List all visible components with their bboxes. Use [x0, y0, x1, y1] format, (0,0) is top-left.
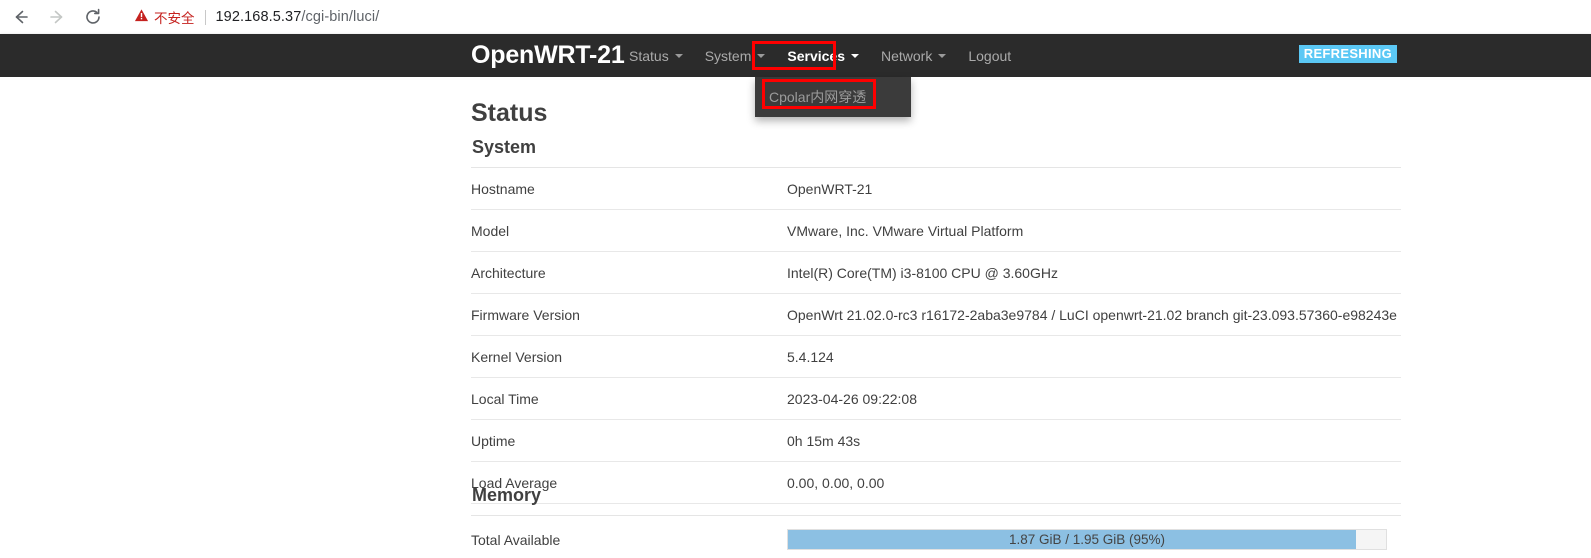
row-value: Intel(R) Core(TM) i3-8100 CPU @ 3.60GHz [787, 251, 1401, 294]
menu-item-system-label: System [704, 47, 752, 64]
row-value: 2023-04-26 09:22:08 [787, 377, 1401, 420]
row-label: Total Available [471, 516, 787, 558]
url-host: 192.168.5.37 [215, 9, 302, 25]
menu-item-services-label: Services [787, 47, 845, 64]
row-value: 0h 15m 43s [787, 419, 1401, 462]
luci-top-navbar: OpenWRT-21 Status System Services Networ… [0, 34, 1591, 77]
row-label: Local Time [471, 377, 787, 420]
table-row: Hostname OpenWRT-21 [471, 168, 1401, 210]
menu-item-network[interactable]: Network [870, 34, 957, 77]
menu-item-status[interactable]: Status [618, 34, 694, 77]
row-label: Architecture [471, 251, 787, 294]
table-row: Kernel Version 5.4.124 [471, 335, 1401, 378]
chevron-down-icon [674, 53, 683, 58]
row-value: OpenWRT-21 [787, 168, 1401, 210]
security-status-label: 不安全 [154, 11, 195, 26]
chevron-down-icon [851, 53, 859, 58]
table-row: Total Available 1.87 GiB / 1.95 GiB (95%… [471, 516, 1401, 558]
menu-item-network-label: Network [881, 47, 933, 64]
reload-button[interactable] [78, 2, 108, 32]
system-info-table: Hostname OpenWRT-21 Model VMware, Inc. V… [471, 168, 1401, 504]
section-memory-heading: Memory [472, 485, 542, 505]
row-label: Uptime [471, 419, 787, 462]
table-row: Local Time 2023-04-26 09:22:08 [471, 377, 1401, 420]
forward-arrow-icon [47, 7, 67, 27]
url-text: 192.168.5.37/cgi-bin/luci/ [216, 9, 380, 25]
menu-item-logout[interactable]: Logout [957, 34, 1022, 77]
back-button[interactable] [6, 2, 36, 32]
row-label: Kernel Version [471, 335, 787, 378]
memory-progress-bar: 1.87 GiB / 1.95 GiB (95%) [787, 529, 1387, 550]
dropdown-item-cpolar[interactable]: Cpolar内网穿透 [755, 83, 911, 111]
memory-info-table: Total Available 1.87 GiB / 1.95 GiB (95%… [471, 516, 1401, 558]
back-arrow-icon [11, 7, 31, 27]
row-label: Model [471, 209, 787, 252]
section-memory: Memory Total Available 1.87 GiB / 1.95 G… [471, 485, 1401, 558]
chevron-down-icon [938, 53, 947, 58]
address-bar[interactable]: 不安全 192.168.5.37/cgi-bin/luci/ [122, 4, 1591, 30]
menu-item-system[interactable]: System [694, 34, 777, 77]
row-label: Firmware Version [471, 293, 787, 336]
memory-progress-label: 1.87 GiB / 1.95 GiB (95%) [1008, 532, 1166, 547]
row-value: OpenWrt 21.02.0-rc3 r16172-2aba3e9784 / … [787, 293, 1401, 336]
warning-triangle-icon [134, 8, 149, 26]
menu-item-services[interactable]: Services [776, 34, 870, 77]
refreshing-status-badge[interactable]: REFRESHING [1298, 45, 1397, 63]
services-dropdown-menu: Cpolar内网穿透 [755, 77, 911, 117]
main-menu: Status System Services Network Logout [618, 34, 1022, 77]
table-row: Model VMware, Inc. VMware Virtual Platfo… [471, 209, 1401, 252]
browser-toolbar: 不安全 192.168.5.37/cgi-bin/luci/ [0, 0, 1591, 35]
page-title: Status [471, 99, 548, 127]
table-row: Firmware Version OpenWrt 21.02.0-rc3 r16… [471, 293, 1401, 336]
table-row: Architecture Intel(R) Core(TM) i3-8100 C… [471, 251, 1401, 294]
chevron-down-icon [757, 53, 766, 58]
menu-item-status-label: Status [629, 47, 669, 64]
forward-button[interactable] [42, 2, 72, 32]
url-path: /cgi-bin/luci/ [301, 9, 380, 25]
row-label: Hostname [471, 168, 787, 210]
security-status-chip[interactable]: 不安全 [134, 7, 195, 27]
omnibox-divider [204, 9, 206, 25]
row-value: 1.87 GiB / 1.95 GiB (95%) [787, 516, 1401, 558]
brand-title: OpenWRT-21 [471, 41, 625, 69]
page-content: Status System Hostname OpenWRT-21 Model … [0, 77, 1591, 558]
row-value: 5.4.124 [787, 335, 1401, 378]
row-value: VMware, Inc. VMware Virtual Platform [787, 209, 1401, 252]
section-system-heading: System [472, 137, 537, 157]
reload-icon [83, 7, 103, 27]
table-row: Uptime 0h 15m 43s [471, 419, 1401, 462]
section-system: System Hostname OpenWRT-21 Model VMware,… [471, 137, 1401, 504]
menu-item-logout-label: Logout [968, 47, 1012, 64]
